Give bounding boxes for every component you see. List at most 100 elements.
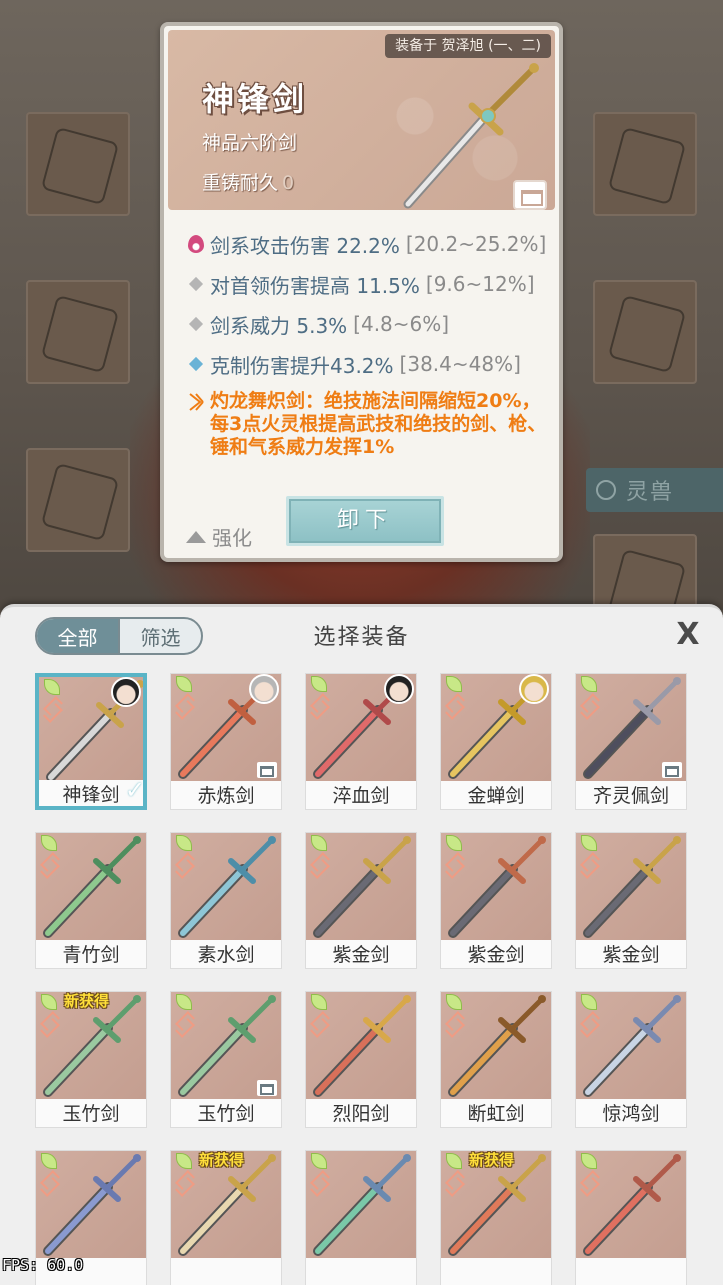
equip-slot-armor[interactable] <box>593 112 697 216</box>
equipment-item-art <box>306 1151 416 1258</box>
item-element-badges <box>443 1153 465 1193</box>
equipment-item-card[interactable]: 惊鸿剑 <box>575 991 687 1128</box>
leaf-icon <box>41 1153 57 1169</box>
sword-type-icon <box>581 1016 597 1032</box>
leaf-icon <box>311 676 327 692</box>
equipment-item-card[interactable]: 紫金剑 <box>305 832 417 969</box>
strengthen-button[interactable]: 强化 <box>186 522 252 551</box>
equipment-item-card[interactable]: 紫金剑 <box>440 832 552 969</box>
chest-icon <box>662 762 682 778</box>
leaf-icon <box>581 835 597 851</box>
equip-slot-belt[interactable] <box>593 534 697 610</box>
equipment-item-name: 素水剑 <box>197 944 255 966</box>
stat-text: 剑系威力 5.3% <box>210 313 348 338</box>
leaf-icon <box>446 994 462 1010</box>
up-arrow-icon <box>186 530 206 543</box>
equipment-item-name: 金蝉剑 <box>467 785 525 807</box>
item-element-badges <box>443 676 465 716</box>
stat-text: 剑系攻击伤害 22.2% <box>210 233 400 258</box>
leaf-icon <box>446 676 462 692</box>
owner-avatar <box>249 674 279 704</box>
equipment-item-card[interactable]: 神锋剑 ✓ <box>35 673 147 810</box>
leaf-icon <box>41 994 57 1010</box>
reforge-durability: 重铸耐久 0 <box>202 168 294 195</box>
sword-type-icon <box>311 698 327 714</box>
equipment-item-name: 淬血剑 <box>332 785 390 807</box>
stat-range: [4.8~6%] <box>353 312 450 336</box>
equipment-item-card[interactable]: 金蝉剑 <box>440 673 552 810</box>
item-element-badges <box>308 994 330 1034</box>
stat-row: 剑系威力 5.3% [4.8~6%] <box>182 304 552 344</box>
equipment-item-name <box>576 1258 686 1285</box>
stat-row: 对首领伤害提高 11.5% [9.6~12%] <box>182 264 552 304</box>
equipment-item-card[interactable]: 素水剑 <box>170 832 282 969</box>
stat-range: [9.6~12%] <box>425 272 535 296</box>
leaf-icon <box>41 835 57 851</box>
equipment-item-art <box>171 992 281 1099</box>
equipment-item-card[interactable]: 淬血剑 <box>305 673 417 810</box>
item-grade: 神品六阶剑 <box>202 132 298 154</box>
equipment-item-card[interactable]: 青竹剑 <box>35 832 147 969</box>
item-element-badges <box>38 1153 60 1193</box>
equip-slot-weapon[interactable] <box>26 112 130 216</box>
equipment-item-art <box>441 674 551 781</box>
equipment-item-art: 新获得 <box>171 1151 281 1258</box>
owner-avatar <box>384 674 414 704</box>
equip-slot-accessory[interactable] <box>593 280 697 384</box>
equipment-item-name: 惊鸿剑 <box>602 1103 660 1125</box>
leaf-icon <box>176 994 192 1010</box>
owner-avatar <box>519 674 549 704</box>
unequip-button[interactable]: 卸下 <box>286 496 444 546</box>
equipment-item-name <box>171 1258 281 1285</box>
special-effect-icon <box>182 390 210 459</box>
sword-type-icon <box>446 857 462 873</box>
leaf-icon <box>311 1153 327 1169</box>
sword-type-icon <box>176 1175 192 1191</box>
new-item-tag: 新获得 <box>469 1151 515 1169</box>
equipment-item-name: 紫金剑 <box>602 944 660 966</box>
equipment-item-name: 烈阳剑 <box>332 1103 390 1125</box>
item-element-badges <box>578 835 600 875</box>
equip-slot-boots[interactable] <box>26 448 130 552</box>
equipment-item-art <box>306 833 416 940</box>
item-name: 神锋剑 <box>202 80 308 118</box>
chest-icon[interactable] <box>513 180 547 210</box>
sword-type-icon <box>41 1016 57 1032</box>
sword-type-icon <box>311 1175 327 1191</box>
item-detail-header: 装备于 贺泽旭 (一、二) 神锋剑 神品六阶剑 重铸耐久 0 <box>168 30 555 210</box>
stat-range: [38.4~48%] <box>399 352 521 376</box>
close-button[interactable]: X <box>670 617 706 653</box>
equipment-item-card[interactable]: 烈阳剑 <box>305 991 417 1128</box>
item-element-badges <box>173 994 195 1034</box>
equipment-item-card[interactable]: 紫金剑 <box>575 832 687 969</box>
leaf-icon <box>176 676 192 692</box>
stat-row: 剑系攻击伤害 22.2% [20.2~25.2%] <box>182 224 552 264</box>
equipment-item-art: 新获得 <box>441 1151 551 1258</box>
equipment-item-card[interactable]: 齐灵佩剑 <box>575 673 687 810</box>
reforge-label: 重铸耐久 <box>202 172 279 194</box>
sword-type-icon <box>581 698 597 714</box>
equipment-item-name: 齐灵佩剑 <box>592 785 669 807</box>
equipment-item-card[interactable]: 新获得 <box>170 1150 282 1285</box>
equipment-item-card[interactable] <box>575 1150 687 1285</box>
equipment-item-art <box>306 674 416 781</box>
stat-text: 克制伤害提升43.2% <box>210 353 394 378</box>
equipment-item-card[interactable]: 新获得 玉竹剑 <box>35 991 147 1128</box>
item-element-badges <box>173 676 195 716</box>
chest-icon <box>257 1080 277 1096</box>
item-element-badges <box>443 994 465 1034</box>
equipment-item-card[interactable]: 新获得 <box>440 1150 552 1285</box>
equipment-item-name: 玉竹剑 <box>62 1103 120 1125</box>
equipment-item-card[interactable]: 断虹剑 <box>440 991 552 1128</box>
equip-slot-helmet[interactable] <box>26 280 130 384</box>
leaf-icon <box>581 1153 597 1169</box>
equipment-item-card[interactable]: 玉竹剑 <box>170 991 282 1128</box>
sword-type-icon <box>311 1016 327 1032</box>
item-element-badges <box>173 1153 195 1193</box>
checkmark-icon: ✓ <box>124 776 145 804</box>
equipment-item-card[interactable] <box>305 1150 417 1285</box>
equipment-item-card[interactable]: 赤炼剑 <box>170 673 282 810</box>
spirit-beast-button[interactable]: 灵兽 <box>586 468 723 512</box>
equipment-item-art <box>576 674 686 781</box>
panel-title: 选择装备 <box>313 625 410 650</box>
